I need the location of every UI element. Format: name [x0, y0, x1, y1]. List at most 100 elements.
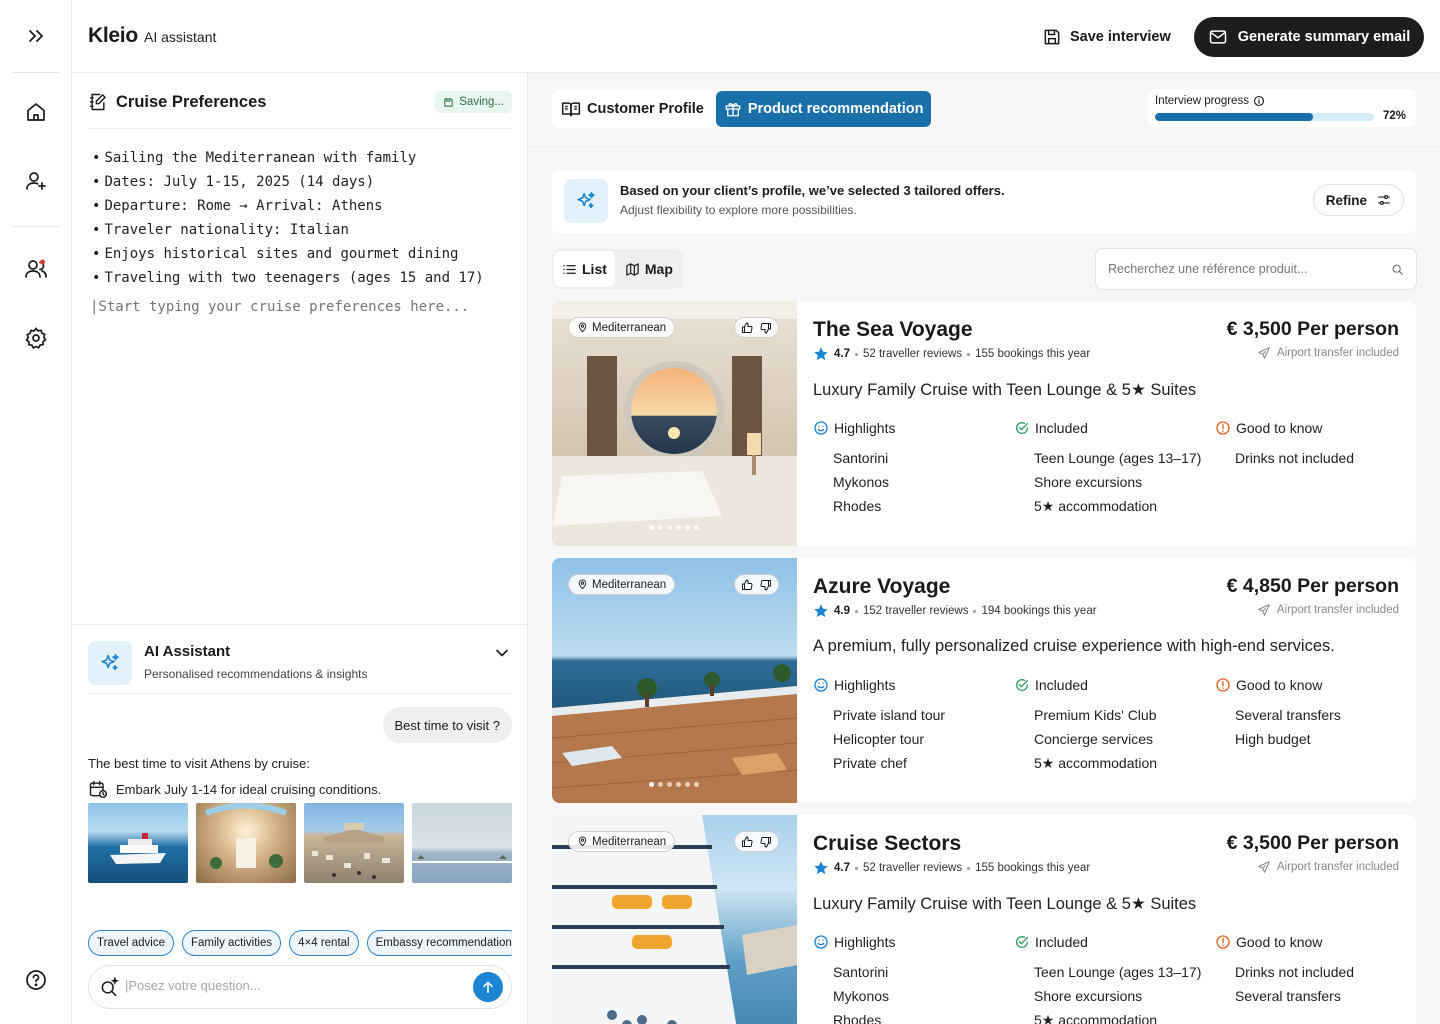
included-column: Included Teen Lounge (ages 13–17) Shore e… — [1014, 418, 1214, 518]
expand-sidebar-icon[interactable] — [24, 24, 48, 48]
cruise-ship-image[interactable] — [88, 803, 188, 883]
tab-customer-profile[interactable]: Customer Profile — [553, 91, 712, 127]
suggestion-chips: Travel advice Family activities 4×4 rent… — [88, 930, 512, 958]
ask-question-input[interactable] — [125, 978, 465, 993]
offer-title[interactable]: Azure Voyage — [813, 575, 950, 599]
good-to-know-heading: Good to know — [1236, 677, 1323, 693]
offer-card[interactable]: Mediterranean Azure Voyage 4.9 152 trave… — [552, 558, 1416, 803]
included-item: 5★ accommodation — [1034, 498, 1158, 514]
transfer-info: Airport transfer included — [1257, 603, 1399, 617]
send-button[interactable] — [473, 972, 503, 1002]
offer-image-cabin[interactable]: Mediterranean — [552, 301, 797, 546]
star-icon — [813, 860, 829, 876]
divider — [528, 146, 1440, 147]
left-rail — [0, 0, 72, 1024]
thumbs-down-icon[interactable] — [760, 322, 772, 334]
add-user-icon[interactable] — [24, 169, 48, 193]
help-icon[interactable] — [24, 968, 48, 992]
offer-image-ship[interactable]: Mediterranean — [552, 815, 797, 1024]
rating-value: 4.7 — [834, 862, 850, 874]
highlights-column: Highlights Santorini Mykonos Rhodes — [813, 418, 1013, 518]
carousel-dot[interactable] — [694, 782, 699, 787]
offer-details: Highlights Santorini Mykonos Rhodes Includ… — [813, 418, 1403, 528]
refine-button[interactable]: Refine — [1312, 184, 1404, 216]
carousel-dot[interactable] — [649, 782, 654, 787]
highlight-item: Santorini — [833, 964, 889, 980]
image-carousel-dots — [649, 782, 699, 787]
generate-summary-email-button[interactable]: Generate summary email — [1194, 17, 1424, 57]
arrow-up-icon — [483, 981, 493, 994]
review-count: 52 traveller reviews — [863, 348, 963, 360]
star-icon — [813, 603, 829, 619]
check-circle-icon — [1014, 934, 1030, 950]
banner-title: Based on your client’s profile, we’ve se… — [620, 183, 1005, 198]
booking-count: 155 bookings this year — [975, 862, 1091, 874]
vote-buttons — [734, 317, 779, 338]
carousel-dot[interactable] — [676, 782, 681, 787]
save-interview-button[interactable]: Save interview — [1042, 26, 1171, 48]
top-bar: Kleio AI assistant Save interview Genera… — [72, 0, 1440, 73]
edit-note-icon — [88, 91, 108, 113]
offer-title[interactable]: The Sea Voyage — [813, 318, 973, 342]
offer-card[interactable]: Mediterranean Cruise Sectors 4.7 52 trav… — [552, 815, 1416, 1024]
carousel-dot[interactable] — [685, 782, 690, 787]
good-to-know-item: Drinks not included — [1235, 450, 1355, 466]
user-message-bubble: Best time to visit ? — [382, 707, 512, 743]
included-item: Concierge services — [1034, 731, 1154, 747]
included-column: Included Teen Lounge (ages 13–17) Shore e… — [1014, 932, 1214, 1024]
carousel-dot[interactable] — [658, 525, 663, 530]
thumbs-down-icon[interactable] — [760, 579, 772, 591]
offer-rating: 4.7 52 traveller reviews 155 bookings th… — [813, 860, 1090, 876]
answer-image-strip — [88, 803, 512, 883]
preference-item: Enjoys historical sites and gourmet dini… — [92, 242, 484, 266]
included-item: 5★ accommodation — [1034, 1012, 1158, 1024]
thumbs-down-icon[interactable] — [760, 836, 772, 848]
dot-separator — [967, 866, 971, 870]
progress-label-text: Interview progress — [1155, 95, 1249, 107]
thumbs-up-icon[interactable] — [741, 836, 753, 848]
athens-acropolis-image[interactable] — [304, 803, 404, 883]
tab-product-recommendation[interactable]: Product recommendation — [715, 91, 932, 127]
product-search-input[interactable] — [1108, 262, 1378, 276]
settings-gear-icon[interactable] — [24, 326, 48, 350]
save-icon — [1042, 27, 1062, 47]
carousel-dot[interactable] — [676, 525, 681, 530]
transfer-info: Airport transfer included — [1257, 346, 1399, 360]
good-to-know-heading: Good to know — [1236, 934, 1323, 950]
suggestion-chip[interactable]: Travel advice — [88, 930, 174, 956]
offer-image-deck[interactable]: Mediterranean — [552, 558, 797, 803]
suggestion-chip[interactable]: Family activities — [181, 930, 282, 956]
rail-divider — [12, 72, 60, 73]
dot-separator — [855, 609, 858, 613]
offer-title[interactable]: Cruise Sectors — [813, 832, 961, 856]
list-icon — [562, 262, 577, 277]
carousel-dot[interactable] — [658, 782, 663, 787]
refine-label: Refine — [1325, 192, 1367, 208]
ship-atrium-image[interactable] — [196, 803, 296, 883]
search-icon[interactable] — [1391, 263, 1404, 276]
thumbs-up-icon[interactable] — [741, 579, 753, 591]
carousel-dot[interactable] — [667, 782, 672, 787]
offer-price: € 3,500 Per person — [1226, 318, 1399, 340]
offer-card[interactable]: Mediterranean The Sea Voyage 4.7 52 trav… — [552, 301, 1416, 546]
thumbs-up-icon[interactable] — [741, 322, 753, 334]
suggestion-chip[interactable]: Embassy recommendation — [366, 930, 512, 956]
home-icon[interactable] — [24, 100, 48, 124]
map-view-button[interactable]: Map — [617, 251, 681, 287]
info-icon[interactable] — [1253, 95, 1265, 107]
carousel-dot[interactable] — [667, 525, 672, 530]
alert-circle-icon — [1215, 934, 1231, 950]
vote-buttons — [734, 574, 779, 595]
chevron-down-icon[interactable] — [492, 643, 512, 663]
preferences-input[interactable] — [90, 299, 510, 315]
carousel-dot[interactable] — [649, 525, 654, 530]
tab-label: Product recommendation — [747, 101, 924, 117]
booking-count: 155 bookings this year — [975, 348, 1091, 360]
carousel-dot[interactable] — [685, 525, 690, 530]
suggestion-chip[interactable]: 4×4 rental — [289, 930, 359, 956]
preference-item: Traveler nationality: Italian — [92, 218, 484, 242]
sea-horizon-image[interactable] — [412, 803, 512, 883]
clients-icon[interactable] — [24, 257, 48, 281]
carousel-dot[interactable] — [694, 525, 699, 530]
list-view-button[interactable]: List — [554, 251, 615, 287]
